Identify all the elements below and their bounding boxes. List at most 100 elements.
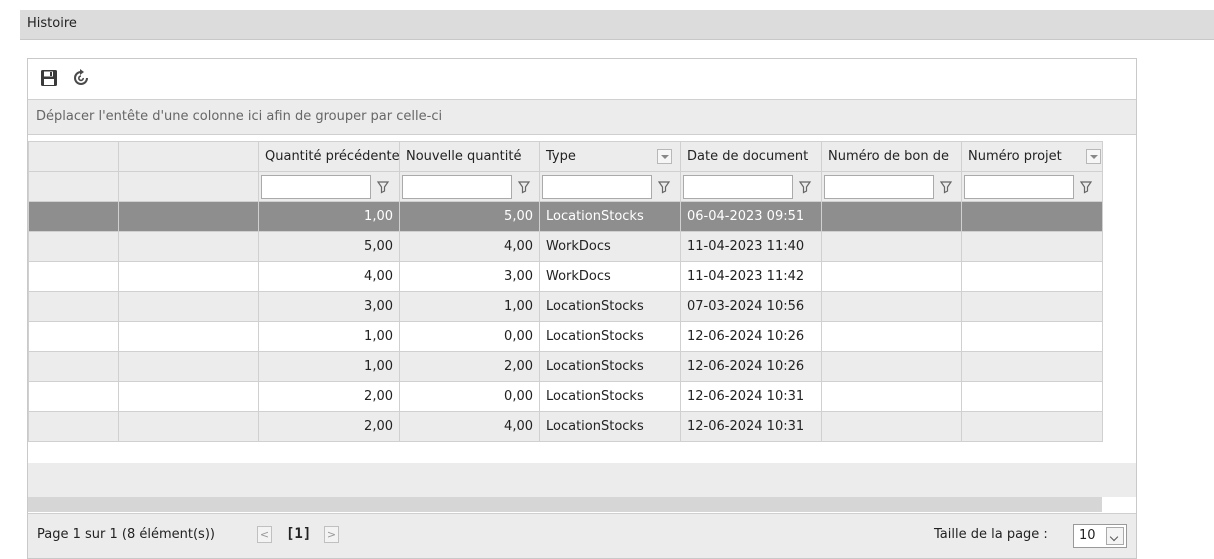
filter-input-type[interactable]: [542, 174, 652, 199]
previous-quantity-cell: 2,00: [258, 381, 400, 412]
table-cell: [28, 231, 119, 262]
table-cell: [28, 201, 119, 232]
table-row[interactable]: 1,00 0,00 LocationStocks 12-06-2024 10:2…: [28, 321, 1103, 352]
table-cell: [118, 291, 259, 322]
order-number-cell: [821, 291, 962, 322]
order-number-cell: [821, 201, 962, 232]
type-cell: LocationStocks: [539, 201, 681, 232]
new-quantity-cell: 5,00: [399, 201, 540, 232]
page-size-select[interactable]: 10: [1073, 524, 1127, 548]
refresh-icon[interactable]: [71, 68, 91, 88]
document-date-cell: 12-06-2024 10:31: [680, 381, 822, 412]
type-cell: WorkDocs: [539, 231, 681, 262]
table-cell: [118, 411, 259, 442]
grid-toolbar: [28, 59, 1136, 100]
column-header-document-date[interactable]: Date de document: [680, 141, 822, 172]
table-row[interactable]: 2,00 4,00 LocationStocks 12-06-2024 10:3…: [28, 411, 1103, 442]
filter-input-new-quantity[interactable]: [402, 174, 512, 199]
new-quantity-cell: 2,00: [399, 351, 540, 382]
filter-icon[interactable]: [1078, 179, 1094, 195]
document-date-cell: 11-04-2023 11:40: [680, 231, 822, 262]
table-row[interactable]: 3,00 1,00 LocationStocks 07-03-2024 10:5…: [28, 291, 1103, 322]
filter-cell: [258, 171, 400, 202]
column-header-new-quantity[interactable]: Nouvelle quantité: [399, 141, 540, 172]
project-number-cell: [961, 321, 1103, 352]
type-cell: LocationStocks: [539, 381, 681, 412]
filter-cell: [399, 171, 540, 202]
filter-row: [28, 171, 1103, 202]
horizontal-scrollbar[interactable]: [28, 497, 1102, 512]
previous-quantity-cell: 3,00: [258, 291, 400, 322]
table-row[interactable]: 2,00 0,00 LocationStocks 12-06-2024 10:3…: [28, 381, 1103, 412]
filter-icon[interactable]: [375, 179, 391, 195]
filter-cell: [680, 171, 822, 202]
table-cell: [28, 381, 119, 412]
filter-icon[interactable]: [516, 179, 532, 195]
filter-icon[interactable]: [797, 179, 813, 195]
window-title: Histoire: [27, 16, 77, 31]
column-header-order-number[interactable]: Numéro de bon de: [821, 141, 962, 172]
history-grid: Déplacer l'entête d'une colonne ici afin…: [27, 58, 1137, 559]
next-page-button[interactable]: >: [324, 526, 339, 543]
filter-icon[interactable]: [656, 179, 672, 195]
type-column-menu-button[interactable]: [657, 149, 672, 164]
previous-page-button[interactable]: <: [257, 526, 272, 543]
column-header-previous-quantity[interactable]: Quantité précédente: [258, 141, 400, 172]
table-cell: [118, 321, 259, 352]
table-cell: [118, 381, 259, 412]
page-size-label: Taille de la page :: [934, 527, 1048, 542]
table-row[interactable]: 1,00 5,00 LocationStocks 06-04-2023 09:5…: [28, 201, 1103, 232]
column-header-type[interactable]: Type: [539, 141, 681, 172]
order-number-cell: [821, 321, 962, 352]
column-header-project-number[interactable]: Numéro projet: [961, 141, 1103, 172]
new-quantity-cell: 4,00: [399, 231, 540, 262]
column-header-empty-1: [28, 141, 119, 172]
group-by-hint: Déplacer l'entête d'une colonne ici afin…: [36, 109, 443, 124]
filter-input-previous-quantity[interactable]: [261, 174, 371, 199]
table-row[interactable]: 4,00 3,00 WorkDocs 11-04-2023 11:42: [28, 261, 1103, 292]
project-column-menu-button[interactable]: [1086, 149, 1101, 164]
order-number-cell: [821, 411, 962, 442]
type-cell: LocationStocks: [539, 291, 681, 322]
table-cell: [28, 321, 119, 352]
new-quantity-cell: 1,00: [399, 291, 540, 322]
document-date-cell: 12-06-2024 10:31: [680, 411, 822, 442]
previous-quantity-cell: 2,00: [258, 411, 400, 442]
header-row: Quantité précédente Nouvelle quantité Ty…: [28, 141, 1103, 172]
table-row[interactable]: 5,00 4,00 WorkDocs 11-04-2023 11:40: [28, 231, 1103, 262]
column-header-empty-2: [118, 141, 259, 172]
project-number-cell: [961, 201, 1103, 232]
group-by-drop-zone[interactable]: Déplacer l'entête d'une colonne ici afin…: [28, 100, 1136, 135]
project-number-cell: [961, 231, 1103, 262]
save-icon[interactable]: [39, 68, 59, 88]
filter-cell-empty: [118, 171, 259, 202]
type-cell: LocationStocks: [539, 321, 681, 352]
table-row[interactable]: 1,00 2,00 LocationStocks 12-06-2024 10:2…: [28, 351, 1103, 382]
chevron-down-icon[interactable]: [1106, 527, 1124, 545]
project-number-cell: [961, 381, 1103, 412]
grid-empty-area: [28, 463, 1136, 497]
previous-quantity-cell: 5,00: [258, 231, 400, 262]
filter-input-project-number[interactable]: [964, 174, 1074, 199]
filter-icon[interactable]: [938, 179, 954, 195]
new-quantity-cell: 3,00: [399, 261, 540, 292]
order-number-cell: [821, 261, 962, 292]
filter-input-document-date[interactable]: [683, 174, 793, 199]
previous-quantity-cell: 4,00: [258, 261, 400, 292]
filter-cell: [961, 171, 1103, 202]
document-date-cell: 06-04-2023 09:51: [680, 201, 822, 232]
type-cell: WorkDocs: [539, 261, 681, 292]
project-number-cell: [961, 411, 1103, 442]
filter-input-order-number[interactable]: [824, 174, 934, 199]
document-date-cell: 07-03-2024 10:56: [680, 291, 822, 322]
new-quantity-cell: 4,00: [399, 411, 540, 442]
document-date-cell: 12-06-2024 10:26: [680, 351, 822, 382]
document-date-cell: 12-06-2024 10:26: [680, 321, 822, 352]
table-cell: [118, 231, 259, 262]
filter-cell: [539, 171, 681, 202]
current-page[interactable]: [1]: [286, 526, 311, 542]
page-info: Page 1 sur 1 (8 élément(s)): [37, 527, 215, 542]
table-cell: [28, 291, 119, 322]
new-quantity-cell: 0,00: [399, 381, 540, 412]
table-cell: [28, 261, 119, 292]
